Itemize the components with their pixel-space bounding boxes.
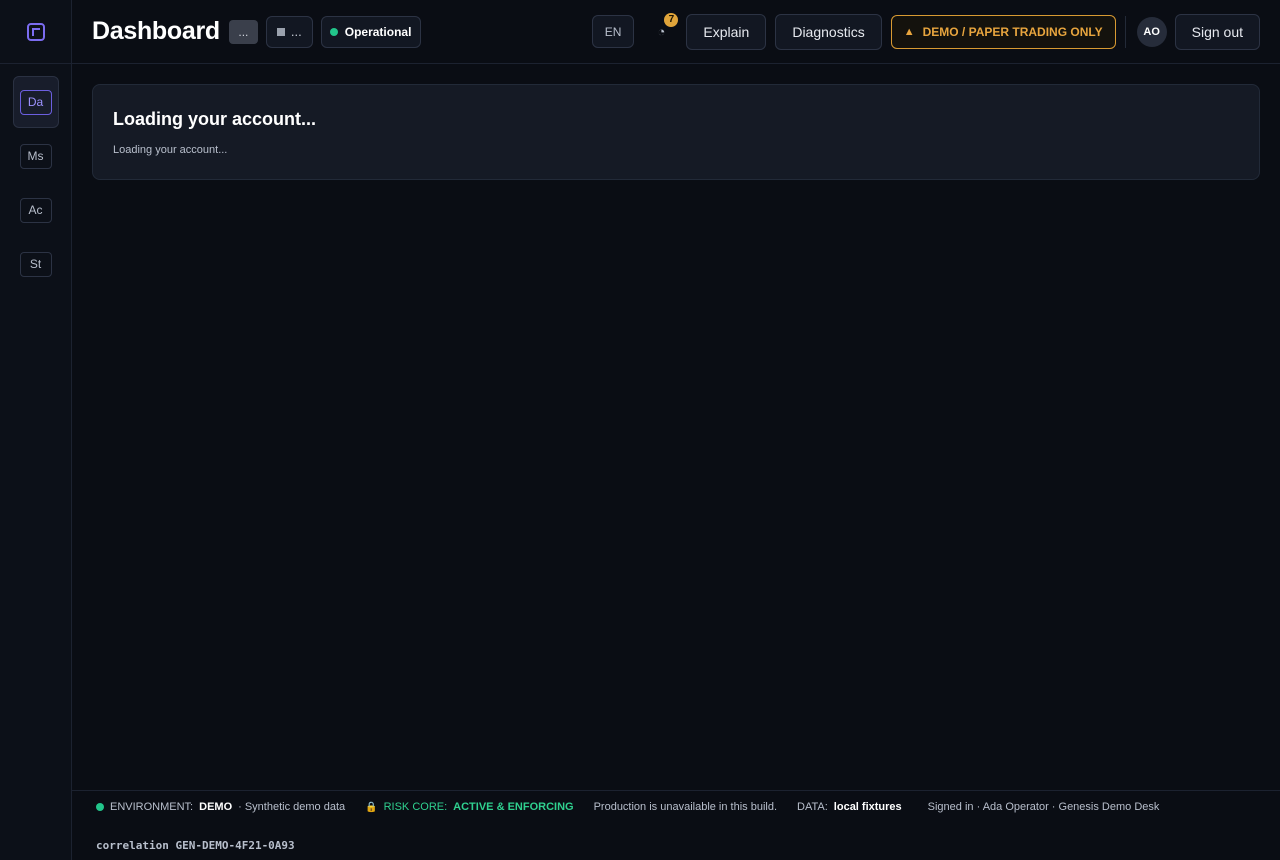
sidebar-nav: Da Ms Ac St <box>0 64 71 290</box>
environment-note: · Synthetic demo data <box>238 801 346 813</box>
notification-count-badge: 7 <box>664 12 679 27</box>
environment-status: ENVIRONMENT: DEMO · Synthetic demo data <box>96 801 345 813</box>
sidebar-item-label: Ac <box>19 197 52 223</box>
explain-button[interactable]: Explain <box>686 13 767 50</box>
correlation-id: correlation GEN-DEMO-4F21-0A93 <box>96 839 295 852</box>
sidebar-item-label: Da <box>19 89 52 115</box>
environment-value: DEMO <box>199 801 233 813</box>
avatar[interactable]: AO <box>1136 16 1167 47</box>
top-header: Dashboard ... ... Operational EN ◔ 7 Exp… <box>72 0 1280 64</box>
demo-banner-label: DEMO / PAPER TRADING ONLY <box>922 24 1103 39</box>
risk-core-value: ACTIVE & ENFORCING <box>453 801 574 813</box>
ellipsis-pill[interactable]: ... <box>228 19 258 44</box>
loading-card: Loading your account... Loading your acc… <box>92 84 1260 180</box>
diagnostics-button[interactable]: Diagnostics <box>775 13 882 50</box>
sidebar-item-label: Ms <box>19 143 52 169</box>
sidebar-item-label: St <box>19 251 52 277</box>
clock-icon: ◔ <box>657 24 666 39</box>
loading-title: Loading your account... <box>113 109 317 129</box>
data-source-status: DATA: local fixtures <box>797 801 908 813</box>
sidebar-item-ac[interactable]: Ac <box>13 184 59 236</box>
sign-out-button[interactable]: Sign out <box>1174 13 1260 50</box>
sidebar-item-dashboard[interactable]: Da <box>12 76 59 128</box>
data-value: local fixtures <box>833 801 902 813</box>
logo-area <box>0 0 71 64</box>
sidebar: Da Ms Ac St <box>0 0 72 860</box>
header-divider <box>1124 15 1126 48</box>
environment-dot-icon <box>96 803 104 811</box>
sidebar-item-st[interactable]: St <box>13 238 59 290</box>
status-badge[interactable]: Operational <box>320 15 422 48</box>
loading-subtitle: Loading your account... <box>113 144 228 156</box>
status-dot-icon <box>329 27 338 36</box>
data-label: DATA: <box>797 801 828 813</box>
environment-label: ENVIRONMENT: <box>110 801 194 813</box>
stop-button-label: ... <box>290 24 302 39</box>
demo-trading-banner: ▲ DEMO / PAPER TRADING ONLY <box>890 14 1116 49</box>
notifications-button[interactable]: ◔ 7 <box>648 12 679 45</box>
language-button[interactable]: EN <box>591 15 635 48</box>
production-note: Production is unavailable in this build. <box>593 801 778 813</box>
warning-triangle-icon: ▲ <box>903 25 915 38</box>
square-icon <box>276 27 285 36</box>
stop-button[interactable]: ... <box>265 15 313 48</box>
status-footer: ENVIRONMENT: DEMO · Synthetic demo data … <box>72 790 1280 860</box>
signed-in-info: Signed in · Ada Operator · Genesis Demo … <box>927 801 1160 813</box>
risk-core-status: 🔒 RISK CORE: ACTIVE & ENFORCING <box>365 801 573 813</box>
risk-core-label: RISK CORE: <box>383 801 448 813</box>
app-logo-icon[interactable] <box>26 22 45 41</box>
lock-icon: 🔒 <box>365 801 378 813</box>
sidebar-item-ms[interactable]: Ms <box>13 130 59 182</box>
status-label: Operational <box>344 24 412 39</box>
footer-status-row: ENVIRONMENT: DEMO · Synthetic demo data … <box>96 801 1256 813</box>
page-title: Dashboard <box>92 17 220 45</box>
